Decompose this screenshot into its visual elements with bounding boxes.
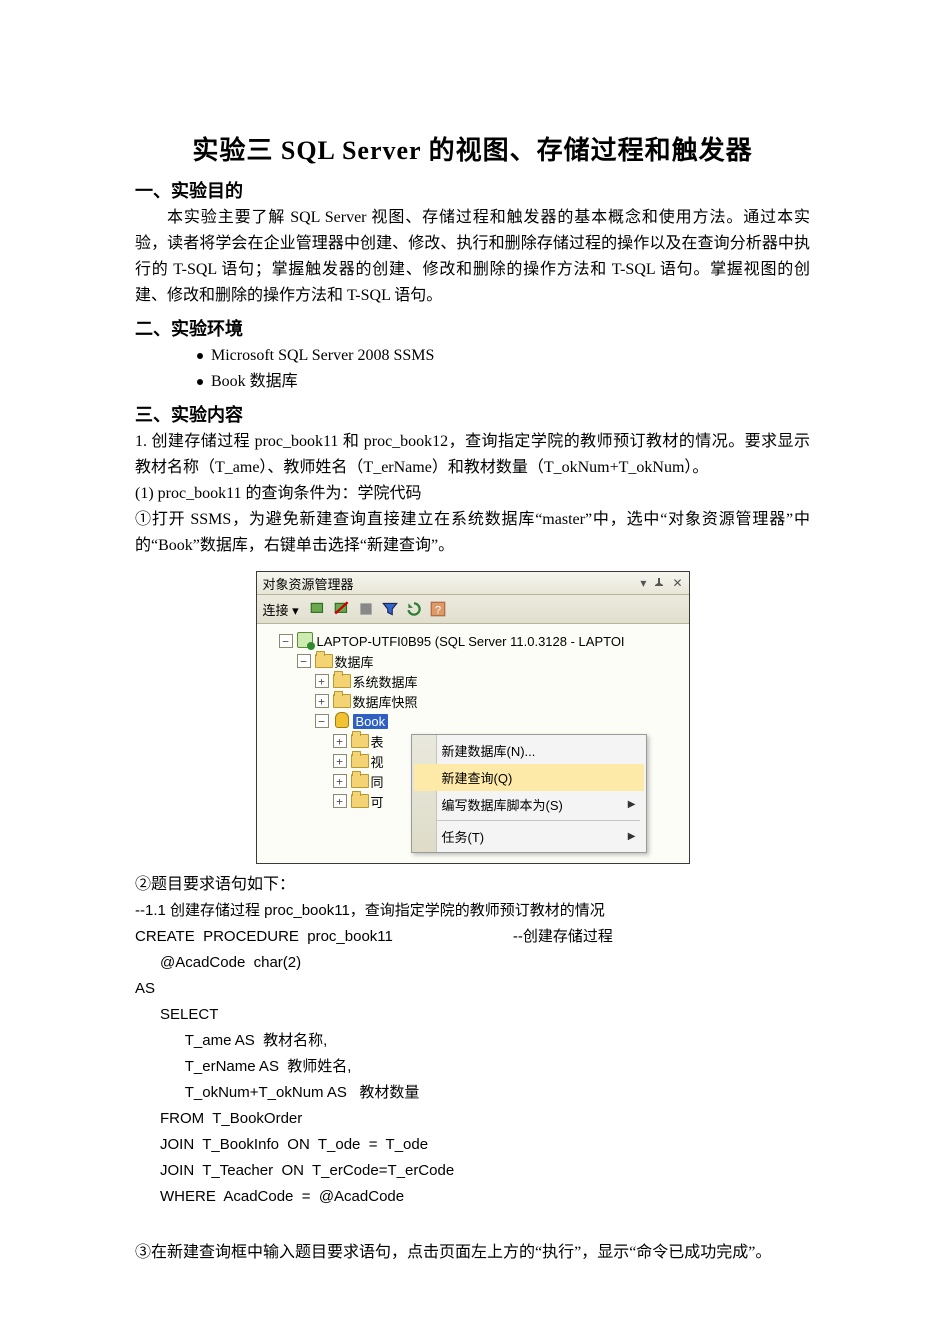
document-page: 实验三 SQL Server 的视图、存储过程和触发器 一、实验目的 本实验主要… (0, 0, 945, 1337)
object-explorer-titlebar: 对象资源管理器 ▾ ✕ (257, 572, 689, 595)
code-line: @AcadCode char(2) (135, 950, 810, 976)
expand-icon[interactable]: + (315, 674, 329, 688)
context-menu-label: 任务(T) (442, 827, 485, 846)
env-item: Microsoft SQL Server 2008 SSMS (197, 343, 810, 369)
connect-label[interactable]: 连接 ▾ (263, 600, 299, 619)
close-icon[interactable]: ✕ (672, 576, 682, 590)
code-line: T_erName AS 教师姓名, (135, 1054, 810, 1080)
bullet-icon (197, 353, 203, 359)
database-icon (335, 712, 349, 728)
code-line: SELECT (135, 1002, 810, 1028)
context-menu-separator (418, 820, 640, 821)
code-line: JOIN T_BookInfo ON T_ode = T_ode (135, 1132, 810, 1158)
code-line: CREATE PROCEDURE proc_book11--创建存储过程 (135, 924, 810, 950)
dropdown-icon[interactable]: ▾ (640, 576, 646, 590)
folder-icon (315, 654, 333, 668)
filter-icon[interactable] (381, 600, 399, 618)
env-item: Book 数据库 (197, 369, 810, 395)
context-menu-label: 新建查询(Q) (442, 768, 513, 787)
help-icon[interactable]: ? (429, 600, 447, 618)
env-item-label: Book 数据库 (211, 369, 298, 395)
server-icon (297, 632, 313, 648)
code-line: --1.1 创建存储过程 proc_book11，查询指定学院的教师预订教材的情… (135, 898, 810, 924)
section-2-heading: 二、实验环境 (135, 315, 810, 341)
refresh-icon[interactable] (405, 600, 423, 618)
section-1-heading: 一、实验目的 (135, 177, 810, 203)
server-node[interactable]: − LAPTOP-UTFI0B95 (SQL Server 11.0.3128 … (279, 632, 685, 650)
object-explorer-toolbar: 连接 ▾ ? (257, 595, 689, 624)
stop-icon[interactable] (357, 600, 375, 618)
databases-label: 数据库 (335, 652, 374, 671)
section-3-p1: 1. 创建存储过程 proc_book11 和 proc_book12，查询指定… (135, 429, 810, 481)
svg-text:?: ? (435, 605, 441, 617)
section-3-p2: (1) proc_book11 的查询条件为：学院代码 (135, 481, 810, 507)
chevron-right-icon: ▶ (628, 799, 636, 810)
pin-icon[interactable] (654, 578, 664, 588)
collapse-icon[interactable]: − (297, 654, 311, 668)
code-line: WHERE AcadCode = @AcadCode (135, 1184, 810, 1210)
disconnect-icon[interactable] (333, 600, 351, 618)
context-menu-item-new-query[interactable]: 新建查询(Q) (414, 764, 644, 791)
bullet-icon (197, 379, 203, 385)
section-3-heading: 三、实验内容 (135, 401, 810, 427)
snapshot-label: 数据库快照 (353, 692, 418, 711)
context-menu-item-new-database[interactable]: 新建数据库(N)... (414, 737, 644, 764)
code-line: T_ame AS 教材名称, (135, 1028, 810, 1054)
code-line: AS (135, 976, 810, 1002)
context-menu: 新建数据库(N)... 新建查询(Q) 编写数据库脚本为(S) ▶ 任务(T) … (411, 734, 647, 853)
folder-icon (333, 694, 351, 708)
snapshot-node[interactable]: + 数据库快照 (315, 692, 685, 710)
folder-icon (333, 674, 351, 688)
context-menu-item-tasks[interactable]: 任务(T) ▶ (414, 823, 644, 850)
system-databases-node[interactable]: + 系统数据库 (315, 672, 685, 690)
system-databases-label: 系统数据库 (353, 672, 418, 691)
post-shot-p2: ③在新建查询框中输入题目要求语句，点击页面左上方的“执行”，显示“命令已成功完成… (135, 1240, 810, 1266)
expand-icon[interactable]: + (315, 694, 329, 708)
context-menu-label: 新建数据库(N)... (442, 741, 536, 760)
object-explorer-title: 对象资源管理器 (263, 574, 354, 593)
connect-icon[interactable] (309, 600, 327, 618)
server-label: LAPTOP-UTFI0B95 (SQL Server 11.0.3128 - … (317, 634, 625, 649)
code-line: FROM T_BookOrder (135, 1106, 810, 1132)
section-3-p3: ①打开 SSMS，为避免新建查询直接建立在系统数据库“master”中，选中“对… (135, 507, 810, 559)
page-title: 实验三 SQL Server 的视图、存储过程和触发器 (135, 130, 810, 167)
book-database-node[interactable]: − Book (315, 712, 685, 730)
ssms-screenshot: 对象资源管理器 ▾ ✕ 连接 ▾ ? − LAPTOP-U (256, 571, 690, 864)
collapse-icon[interactable]: − (279, 634, 293, 648)
context-menu-item-script-as[interactable]: 编写数据库脚本为(S) ▶ (414, 791, 644, 818)
post-shot-p1: ②题目要求语句如下： (135, 872, 810, 898)
object-explorer-tree: − LAPTOP-UTFI0B95 (SQL Server 11.0.3128 … (257, 624, 689, 863)
book-database-label: Book (353, 714, 389, 729)
code-line: T_okNum+T_okNum AS 教材数量 (135, 1080, 810, 1106)
env-item-label: Microsoft SQL Server 2008 SSMS (211, 343, 434, 369)
chevron-right-icon: ▶ (628, 831, 636, 842)
code-line: JOIN T_Teacher ON T_erCode=T_erCode (135, 1158, 810, 1184)
collapse-icon[interactable]: − (315, 714, 329, 728)
databases-node[interactable]: − 数据库 (297, 652, 685, 670)
context-menu-label: 编写数据库脚本为(S) (442, 795, 563, 814)
section-1-paragraph: 本实验主要了解 SQL Server 视图、存储过程和触发器的基本概念和使用方法… (135, 205, 810, 309)
